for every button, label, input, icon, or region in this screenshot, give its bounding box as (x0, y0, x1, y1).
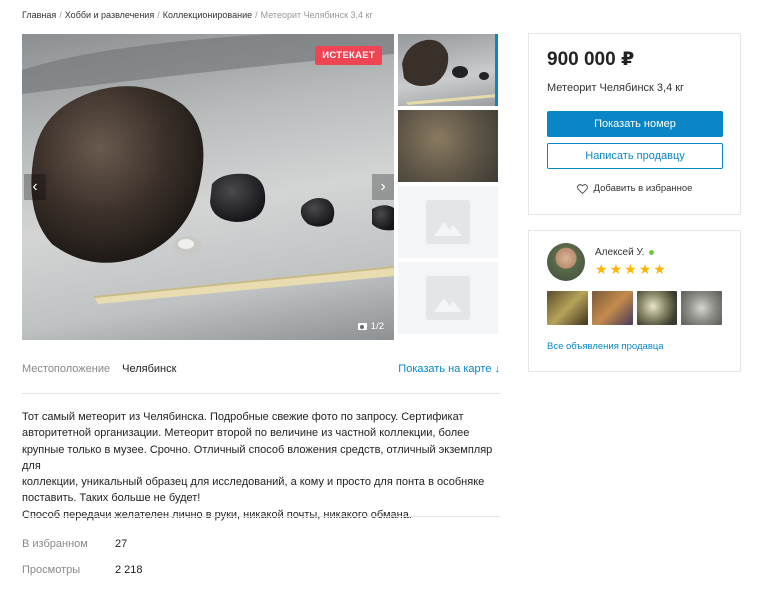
seller-rating: ★ ★ ★ ★ ★ (595, 262, 666, 276)
favorites-count: 27 (115, 538, 128, 550)
seller-item-thumbnail[interactable] (591, 291, 633, 325)
description-line: поставить. Таких больше не будет! (22, 492, 201, 505)
location-row: Местоположение Челябинск Показать на кар… (22, 363, 500, 375)
description-line: Способ передачи желателен лично в руки, … (22, 508, 412, 521)
seller-card: Алексей У. ★ ★ ★ ★ ★ Все объявления прод… (528, 230, 741, 372)
show-phone-button[interactable]: Показать номер (547, 111, 723, 137)
star-icon: ★ (624, 261, 637, 277)
description-line: Тот самый метеорит из Челябинска. Подроб… (22, 411, 464, 423)
price-card: 900 000 ₽ Метеорит Челябинск 3,4 кг Пока… (528, 33, 741, 215)
breadcrumb: Главная / Хобби и развлечения / Коллекционир… (22, 10, 373, 20)
seller-item-thumbnail[interactable] (681, 291, 722, 325)
all-seller-ads-link[interactable]: Все объявления продавца (547, 341, 722, 352)
chevron-right-icon: › (380, 178, 386, 195)
thumbnail-placeholder-3 (398, 186, 498, 258)
seller-other-items (547, 291, 722, 325)
price: 900 000 ₽ (547, 49, 635, 70)
write-seller-button[interactable]: Написать продавцу (547, 143, 723, 169)
photo-counter: 1/2 (357, 321, 384, 332)
description-line: авторитетной организации. Метеорит второ… (22, 427, 470, 440)
meteorite-photo-illustration (22, 34, 394, 304)
add-to-favorites-label: Добавить в избранное (593, 183, 693, 194)
breadcrumb-current: Метеорит Челябинск 3,4 кг (260, 10, 373, 20)
breadcrumb-separator: / (255, 10, 258, 20)
breadcrumb-separator: / (59, 10, 62, 20)
seller-avatar[interactable] (547, 243, 585, 281)
gallery-next-button[interactable]: › (372, 174, 394, 200)
gallery-prev-button[interactable]: ‹ (24, 174, 46, 200)
description-line: крупные только в музее. Срочно. Отличный… (22, 443, 493, 472)
show-on-map-link[interactable]: Показать на карте ↓ (398, 363, 500, 375)
views-stat: Просмотры 2 218 (22, 564, 143, 576)
main-photo[interactable]: ИСТЕКАЕТ ‹ › 1/2 (22, 34, 394, 340)
thumbnail-strip (398, 34, 502, 338)
views-count: 2 218 (115, 564, 143, 576)
breadcrumb-separator: / (157, 10, 160, 20)
favorites-label: В избранном (22, 538, 88, 550)
breadcrumb-link-home[interactable]: Главная (22, 10, 56, 20)
favorites-stat: В избранном 27 (22, 538, 127, 550)
breadcrumb-link-hobby[interactable]: Хобби и развлечения (65, 10, 154, 20)
views-label: Просмотры (22, 564, 81, 576)
expiring-badge: ИСТЕКАЕТ (315, 46, 382, 65)
thumbnail-1-image (402, 39, 495, 105)
star-icon: ★ (638, 261, 652, 277)
description-line: коллекции, уникальный образец для исслед… (22, 476, 485, 489)
thumbnail-1[interactable] (398, 34, 498, 106)
breadcrumb-link-collecting[interactable]: Коллекционирование (163, 10, 252, 20)
photo-counter-text: 1/2 (370, 321, 384, 332)
camera-icon (357, 323, 367, 330)
listing-title: Метеорит Челябинск 3,4 кг (547, 82, 685, 94)
add-to-favorites-button[interactable]: Добавить в избранное (547, 183, 722, 194)
image-placeholder-icon (426, 276, 470, 320)
online-dot-icon (649, 250, 655, 255)
heart-icon (576, 183, 588, 194)
seller-item-thumbnail[interactable] (636, 291, 678, 325)
thumbnail-placeholder-4 (398, 262, 498, 334)
item-description: Тот самый метеорит из Челябинска. Подроб… (22, 409, 502, 523)
seller-name[interactable]: Алексей У. (595, 247, 644, 258)
divider (22, 393, 500, 394)
chevron-left-icon: ‹ (32, 178, 38, 195)
location-label: Местоположение (22, 363, 111, 375)
divider (22, 516, 500, 517)
image-placeholder-icon (426, 200, 470, 244)
location-value: Челябинск (122, 363, 177, 375)
star-icon: ★ (595, 261, 608, 277)
seller-item-thumbnail[interactable] (547, 291, 588, 325)
thumbnail-2[interactable] (398, 110, 498, 182)
star-icon: ★ (653, 261, 666, 277)
star-icon: ★ (609, 261, 623, 277)
